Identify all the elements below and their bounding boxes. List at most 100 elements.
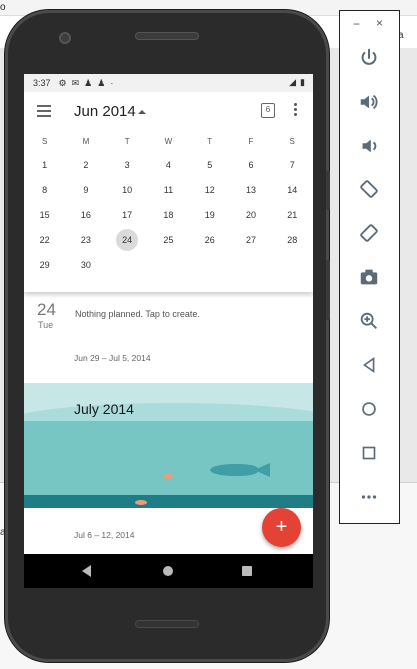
phone-volume-button (326, 260, 330, 320)
emulator-toolbar: − × (339, 10, 400, 524)
overflow-menu-icon[interactable] (294, 103, 298, 118)
week-range-label: Jun 29 – Jul 5, 2014 (74, 353, 151, 363)
calendar-day[interactable]: 8 (24, 185, 65, 195)
minimize-button[interactable]: − (353, 17, 360, 31)
small-fish-illustration (135, 500, 147, 505)
calendar-day[interactable]: 11 (148, 185, 189, 195)
calendar-day[interactable]: 3 (107, 160, 148, 170)
calendar-day[interactable]: 12 (189, 185, 230, 195)
desktop-top-text: o (0, 2, 6, 13)
status-bar: 3:37 ⚙ ✉ ♟ ♟ · ◢ ▮ (24, 74, 313, 92)
back-icon[interactable] (356, 354, 382, 378)
create-event-button[interactable]: + (262, 508, 301, 547)
status-system-icons: ◢ ▮ (289, 77, 305, 88)
signal-icon: ◢ (289, 77, 297, 87)
calendar-day[interactable]: 19 (189, 210, 230, 220)
status-time: 3:37 (33, 78, 51, 88)
calendar-day[interactable]: 14 (272, 185, 313, 195)
calendar-day[interactable]: 7 (272, 160, 313, 170)
calendar-day[interactable]: 29 (24, 260, 65, 270)
month-calendar: S M T W T F S 1 2 3 4 5 6 7 8 9 10 11 12… (24, 130, 313, 292)
banner-seabed (24, 495, 313, 508)
weekday-label: T (124, 136, 130, 146)
calendar-day[interactable]: 10 (107, 185, 148, 195)
nav-home-icon[interactable] (163, 566, 173, 576)
camera-icon[interactable] (356, 266, 382, 290)
weekday-label: F (248, 136, 254, 146)
phone-side-button (326, 170, 330, 210)
calendar-day[interactable]: 15 (24, 210, 65, 220)
calendar-week: 22 23 24 25 26 27 28 (24, 227, 313, 252)
calendar-week: 29 30 (24, 252, 313, 277)
calendar-day[interactable]: 13 (230, 185, 271, 195)
calendar-week: 8 9 10 11 12 13 14 (24, 177, 313, 202)
rotate-right-icon[interactable] (356, 222, 382, 246)
zoom-icon[interactable] (356, 310, 382, 334)
month-banner: July 2014 (24, 383, 313, 508)
nav-recents-icon[interactable] (242, 566, 252, 576)
settings-icon: ⚙ (58, 77, 67, 88)
caret-up-icon[interactable] (138, 110, 146, 114)
week-range-label: Jul 6 – 12, 2014 (74, 530, 135, 540)
calendar-day[interactable]: 26 (189, 235, 230, 245)
selected-day-circle: 24 (116, 228, 139, 251)
calendar-day[interactable]: 21 (272, 210, 313, 220)
hamburger-menu-icon[interactable] (37, 105, 51, 117)
agenda-day-name: Tue (38, 320, 54, 330)
bottom-speaker (135, 620, 199, 628)
calendar-day[interactable]: 27 (230, 235, 271, 245)
home-icon[interactable] (356, 398, 382, 422)
weekday-label: T (207, 136, 213, 146)
calendar-day[interactable]: 20 (230, 210, 271, 220)
month-banner-title: July 2014 (74, 401, 134, 417)
android-nav-bar (24, 554, 313, 588)
desktop-right-text: a (398, 30, 404, 41)
calendar-day[interactable]: 5 (189, 160, 230, 170)
volume-down-icon[interactable] (356, 135, 382, 159)
calendar-day[interactable]: 4 (148, 160, 189, 170)
more-icon[interactable] (356, 486, 382, 510)
month-selector[interactable]: Jun 2014 (74, 103, 136, 120)
calendar-day[interactable]: 2 (65, 160, 106, 170)
calendar-day[interactable]: 30 (65, 260, 106, 270)
person-icon: ♟ (97, 77, 106, 88)
app-bar: Jun 2014 6 (24, 92, 313, 130)
small-fish-illustration (163, 474, 173, 479)
battery-icon: ▮ (300, 77, 305, 87)
calendar-day[interactable]: 9 (65, 185, 106, 195)
calendar-day[interactable]: 6 (230, 160, 271, 170)
calendar-week: 15 16 17 18 19 20 21 (24, 202, 313, 227)
gmail-icon: ✉ (71, 77, 80, 88)
dot-icon: · (110, 77, 114, 88)
person-icon: ♟ (84, 77, 93, 88)
overview-icon[interactable] (356, 442, 382, 466)
volume-up-icon[interactable] (356, 91, 382, 115)
swordfish-tail (254, 463, 270, 477)
empty-day-message[interactable]: Nothing planned. Tap to create. (75, 309, 200, 319)
swordfish-illustration (210, 464, 258, 476)
weekday-label: M (82, 136, 90, 146)
calendar-day[interactable]: 23 (65, 235, 106, 245)
today-calendar-icon[interactable]: 6 (261, 103, 275, 118)
status-notification-icons: ⚙ ✉ ♟ ♟ · (59, 78, 114, 89)
calendar-day[interactable]: 1 (24, 160, 65, 170)
calendar-day[interactable]: 25 (148, 235, 189, 245)
top-speaker (135, 32, 199, 40)
rotate-left-icon[interactable] (356, 178, 382, 202)
calendar-day[interactable]: 28 (272, 235, 313, 245)
calendar-day[interactable]: 22 (24, 235, 65, 245)
power-icon[interactable] (356, 47, 382, 71)
agenda-day-number: 24 (37, 300, 56, 319)
front-camera (59, 32, 71, 44)
calendar-day[interactable]: 17 (107, 210, 148, 220)
close-button[interactable]: × (376, 16, 383, 30)
nav-back-icon[interactable] (82, 565, 91, 577)
agenda-day-row[interactable]: 24 Tue Nothing planned. Tap to create. (24, 292, 313, 344)
weekday-label: W (164, 136, 173, 146)
calendar-day[interactable]: 16 (65, 210, 106, 220)
calendar-day[interactable]: 18 (148, 210, 189, 220)
calendar-day-selected[interactable]: 24 (107, 228, 148, 251)
weekday-header: S M T W T F S (24, 130, 313, 152)
weekday-label: S (41, 136, 48, 146)
calendar-week: 1 2 3 4 5 6 7 (24, 152, 313, 177)
